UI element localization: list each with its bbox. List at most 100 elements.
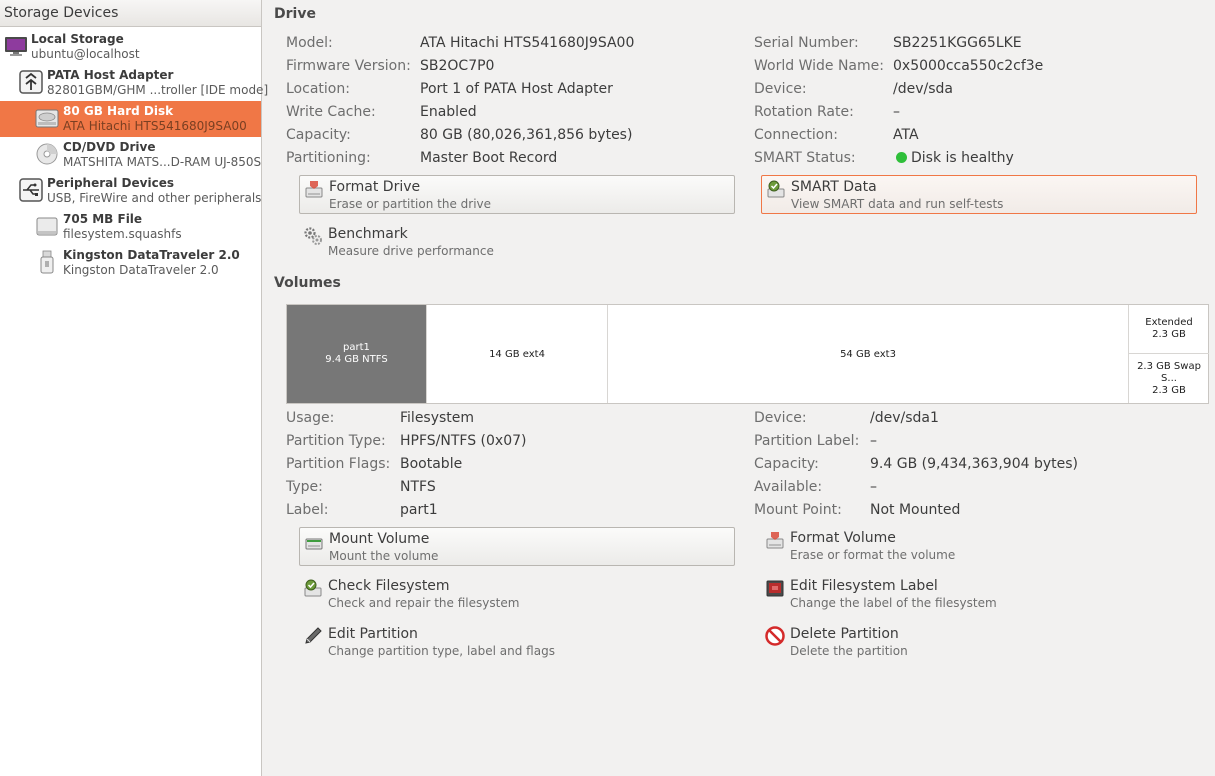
format-drive-title: Format Drive: [329, 179, 421, 195]
format-volume-button[interactable]: Format Volume Erase or format the volume: [761, 527, 1197, 566]
drive-capacity-label: Capacity:: [286, 127, 351, 143]
drive-device-label: Device:: [754, 81, 807, 97]
tree-item-sub: filesystem.squashfs: [63, 227, 182, 241]
drive-wwn-value: 0x5000cca550c2cf3e: [893, 58, 1044, 74]
benchmark-button[interactable]: Benchmark Measure drive performance: [299, 223, 735, 262]
volume-device-value: /dev/sda1: [870, 410, 939, 426]
tree-item-sub: ATA Hitachi HTS541680J9SA00: [63, 119, 247, 133]
storage-devices-sidebar: Storage Devices Local Storage ubuntu@loc…: [0, 0, 268, 776]
tree-item-kingston-datatraveler[interactable]: Kingston DataTraveler 2.0 Kingston DataT…: [0, 245, 261, 281]
format-volume-title: Format Volume: [790, 530, 896, 546]
tree-item-sub: ubuntu@localhost: [31, 47, 140, 61]
tree-item-cd-dvd-drive[interactable]: CD/DVD Drive MATSHITA MATS...D-RAM UJ-85…: [0, 137, 261, 173]
check-filesystem-title: Check Filesystem: [328, 578, 450, 594]
volume-device-label: Device:: [754, 410, 807, 426]
edit-partition-desc: Change partition type, label and flags: [328, 644, 555, 658]
sidebar-header: Storage Devices: [0, 0, 261, 27]
details-panel: Drive Model: ATA Hitachi HTS541680J9SA00…: [262, 0, 1215, 776]
smart-data-title: SMART Data: [791, 179, 877, 195]
tree-item-name: 80 GB Hard Disk: [63, 104, 174, 118]
check-filesystem-icon: [304, 579, 322, 597]
edit-partition-title: Edit Partition: [328, 626, 418, 642]
volume-usage-label: Usage:: [286, 410, 335, 426]
drive-serial-value: SB2251KGG65LKE: [893, 35, 1022, 51]
volume-segment-swap[interactable]: 2.3 GB Swap S... 2.3 GB: [1129, 354, 1209, 403]
drive-serial-label: Serial Number:: [754, 35, 859, 51]
tree-item-sub: Kingston DataTraveler 2.0: [63, 263, 219, 277]
format-volume-desc: Erase or format the volume: [790, 548, 956, 562]
pencil-icon: [305, 627, 322, 644]
volume-partition-type-value: HPFS/NTFS (0x07): [400, 433, 527, 449]
tree-item-name: Kingston DataTraveler 2.0: [63, 248, 240, 262]
benchmark-title: Benchmark: [328, 226, 408, 242]
tree-item-name: Local Storage: [31, 32, 124, 46]
mount-volume-icon: [305, 538, 323, 550]
tree-item-local-storage[interactable]: Local Storage ubuntu@localhost: [0, 29, 261, 65]
file-drive-icon: [36, 217, 58, 236]
drive-write-cache-value: Enabled: [420, 104, 477, 120]
drive-connection-label: Connection:: [754, 127, 838, 143]
edit-filesystem-label-button[interactable]: Edit Filesystem Label Change the label o…: [761, 575, 1197, 614]
drive-rotation-label: Rotation Rate:: [754, 104, 854, 120]
volume-segment-ext4[interactable]: 14 GB ext4: [427, 305, 608, 403]
edit-partition-button[interactable]: Edit Partition Change partition type, la…: [299, 623, 735, 662]
format-drive-button[interactable]: Format Drive Erase or partition the driv…: [299, 175, 735, 214]
mount-volume-desc: Mount the volume: [329, 549, 439, 563]
volume-capacity-value: 9.4 GB (9,434,363,904 bytes): [870, 456, 1078, 472]
edit-filesystem-label-desc: Change the label of the filesystem: [790, 596, 997, 610]
volumes-section-title: Volumes: [274, 275, 341, 291]
smart-status-text: Disk is healthy: [911, 150, 1014, 166]
health-status-icon: [896, 152, 907, 163]
format-drive-icon: [305, 181, 323, 198]
volume-segment-extended-container: Extended 2.3 GB 2.3 GB Swap S... 2.3 GB: [1128, 305, 1209, 403]
volume-partition-type-label: Partition Type:: [286, 433, 386, 449]
format-drive-desc: Erase or partition the drive: [329, 197, 492, 211]
smart-data-icon: [767, 180, 785, 198]
check-filesystem-desc: Check and repair the filesystem: [328, 596, 520, 610]
tree-item-80gb-hard-disk[interactable]: 80 GB Hard Disk ATA Hitachi HTS541680J9S…: [0, 101, 261, 137]
delete-partition-button[interactable]: Delete Partition Delete the partition: [761, 623, 1197, 662]
volume-label-label: Label:: [286, 502, 329, 518]
volume-mount-point-label: Mount Point:: [754, 502, 842, 518]
smart-data-button[interactable]: SMART Data View SMART data and run self-…: [761, 175, 1197, 214]
tree-item-pata-host-adapter[interactable]: PATA Host Adapter 82801GBM/GHM ...trolle…: [0, 65, 268, 101]
mount-volume-title: Mount Volume: [329, 531, 430, 547]
volume-segment-part1[interactable]: part1 9.4 GB NTFS: [287, 305, 427, 403]
drive-capacity-value: 80 GB (80,026,361,856 bytes): [420, 127, 633, 143]
drive-partitioning-value: Master Boot Record: [420, 150, 558, 166]
usb-icon: [19, 178, 43, 202]
drive-location-label: Location:: [286, 81, 350, 97]
host-adapter-icon: [19, 70, 43, 94]
volume-usage-value: Filesystem: [400, 410, 475, 426]
edit-label-icon: [766, 580, 784, 597]
tree-item-705mb-file[interactable]: 705 MB File filesystem.squashfs: [0, 209, 261, 245]
volume-type-value: NTFS: [400, 479, 436, 495]
volume-segment-extended[interactable]: Extended 2.3 GB: [1129, 305, 1209, 354]
tree-item-name: Peripheral Devices: [47, 176, 174, 190]
usb-stick-icon: [40, 250, 54, 274]
drive-partitioning-label: Partitioning:: [286, 150, 371, 166]
check-filesystem-button[interactable]: Check Filesystem Check and repair the fi…: [299, 575, 735, 614]
drive-write-cache-label: Write Cache:: [286, 104, 376, 120]
mount-volume-button[interactable]: Mount Volume Mount the volume: [299, 527, 735, 566]
tree-item-sub: USB, FireWire and other peripherals: [47, 191, 262, 205]
delete-partition-title: Delete Partition: [790, 626, 899, 642]
volume-segment-label: 54 GB ext3: [840, 348, 896, 360]
volume-segment-ext3[interactable]: 54 GB ext3: [608, 305, 1128, 403]
format-volume-icon: [766, 532, 784, 549]
benchmark-desc: Measure drive performance: [328, 244, 494, 258]
tree-item-name: CD/DVD Drive: [63, 140, 156, 154]
drive-model-value: ATA Hitachi HTS541680J9SA00: [420, 35, 635, 51]
drive-model-label: Model:: [286, 35, 333, 51]
hard-disk-icon: [35, 109, 59, 128]
volume-segment-size: 9.4 GB NTFS: [325, 354, 388, 365]
tree-item-peripheral-devices[interactable]: Peripheral Devices USB, FireWire and oth…: [0, 173, 261, 209]
volume-segment-label: 14 GB ext4: [489, 348, 545, 360]
drive-wwn-label: World Wide Name:: [754, 58, 884, 74]
drive-rotation-value: –: [893, 104, 900, 120]
drive-smart-status-value: Disk is healthy: [896, 150, 1014, 166]
volume-capacity-label: Capacity:: [754, 456, 819, 472]
drive-section-title: Drive: [274, 6, 316, 22]
tree-item-name: PATA Host Adapter: [47, 68, 174, 82]
volume-partition-label-value: –: [870, 433, 877, 449]
